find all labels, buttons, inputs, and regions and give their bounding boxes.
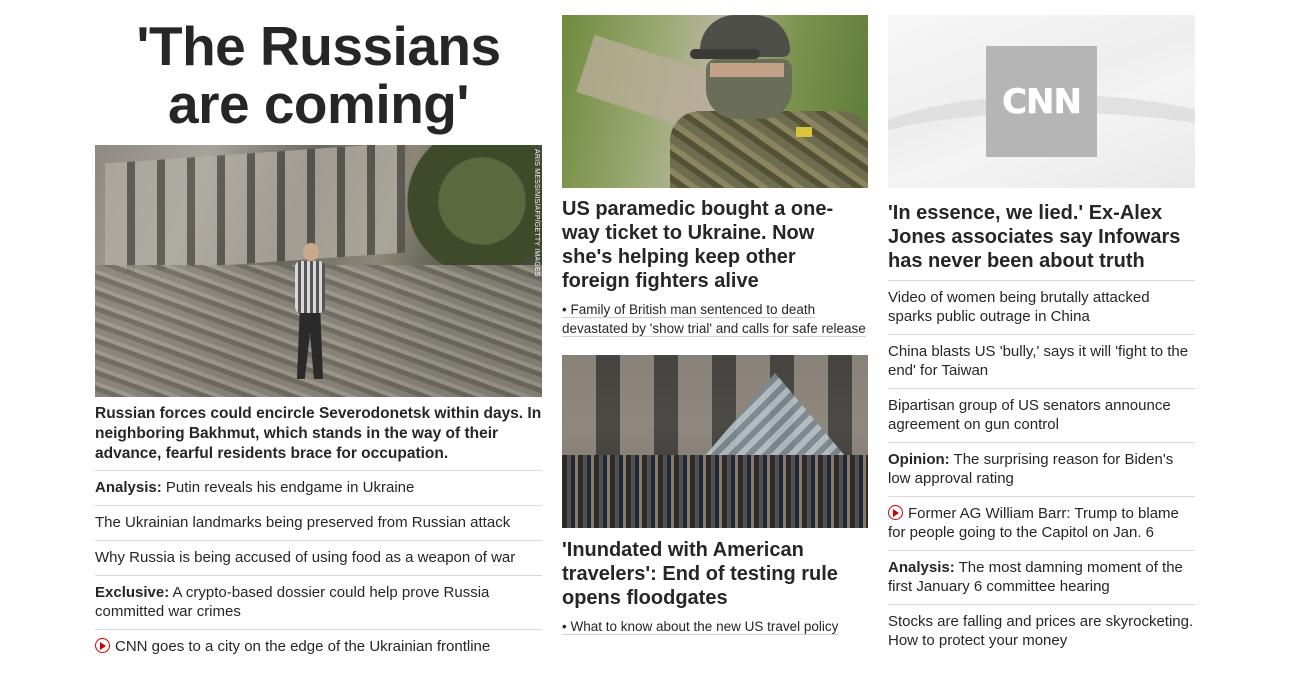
list-item[interactable]: The Ukrainian landmarks being preserved … bbox=[95, 505, 542, 540]
main-headline[interactable]: 'The Russians are coming' bbox=[95, 17, 542, 133]
trees-graphic bbox=[392, 145, 542, 285]
list-item[interactable]: Analysis: Putin reveals his endgame in U… bbox=[95, 470, 542, 505]
travel-story-image[interactable] bbox=[562, 355, 868, 528]
list-item[interactable]: Opinion: The surprising reason for Biden… bbox=[888, 442, 1195, 496]
list-item[interactable]: Former AG William Barr: Trump to blame f… bbox=[888, 496, 1195, 550]
tertiary-story-column: CNN 'In essence, we lied.' Ex-Alex Jones… bbox=[888, 0, 1195, 658]
travel-related-link[interactable]: • What to know about the new US travel p… bbox=[562, 617, 868, 636]
main-story-column: 'The Russians are coming' ARIS MESSINIS/… bbox=[95, 0, 542, 664]
related-stories-list: Analysis: Putin reveals his endgame in U… bbox=[95, 470, 542, 664]
paramedic-story-headline[interactable]: US paramedic bought a one-way ticket to … bbox=[562, 197, 868, 293]
infowars-story-headline[interactable]: 'In essence, we lied.' Ex-Alex Jones ass… bbox=[888, 201, 1195, 273]
paramedic-related-link[interactable]: • Family of British man sentenced to dea… bbox=[562, 300, 868, 338]
paramedic-story-image[interactable] bbox=[562, 15, 868, 188]
list-item[interactable]: Why Russia is being accused of using foo… bbox=[95, 540, 542, 575]
destroyed-building-graphic bbox=[105, 145, 405, 274]
list-item[interactable]: China blasts US 'bully,' says it will 'f… bbox=[888, 334, 1195, 388]
list-item[interactable]: Exclusive: A crypto-based dossier could … bbox=[95, 575, 542, 629]
list-item[interactable]: Analysis: The most damning moment of the… bbox=[888, 550, 1195, 604]
main-story-lead[interactable]: Russian forces could encircle Severodone… bbox=[95, 404, 542, 464]
play-icon bbox=[888, 505, 903, 520]
cnn-logo: CNN bbox=[986, 46, 1097, 157]
main-story-image[interactable]: ARIS MESSINIS/AFP/GETTY IMAGES bbox=[95, 145, 542, 397]
list-item[interactable]: CNN goes to a city on the edge of the Uk… bbox=[95, 629, 542, 664]
image-credit: ARIS MESSINIS/AFP/GETTY IMAGES bbox=[533, 149, 540, 277]
walking-man-graphic bbox=[291, 243, 327, 383]
headlines-list: Video of women being brutally attacked s… bbox=[888, 280, 1195, 658]
travel-story-headline[interactable]: 'Inundated with American travelers': End… bbox=[562, 538, 868, 610]
infowars-story-image[interactable]: CNN bbox=[888, 15, 1195, 188]
list-item[interactable]: Video of women being brutally attacked s… bbox=[888, 280, 1195, 334]
secondary-story-column: US paramedic bought a one-way ticket to … bbox=[562, 0, 868, 636]
play-icon bbox=[95, 638, 110, 653]
list-item[interactable]: Bipartisan group of US senators announce… bbox=[888, 388, 1195, 442]
list-item[interactable]: Stocks are falling and prices are skyroc… bbox=[888, 604, 1195, 658]
